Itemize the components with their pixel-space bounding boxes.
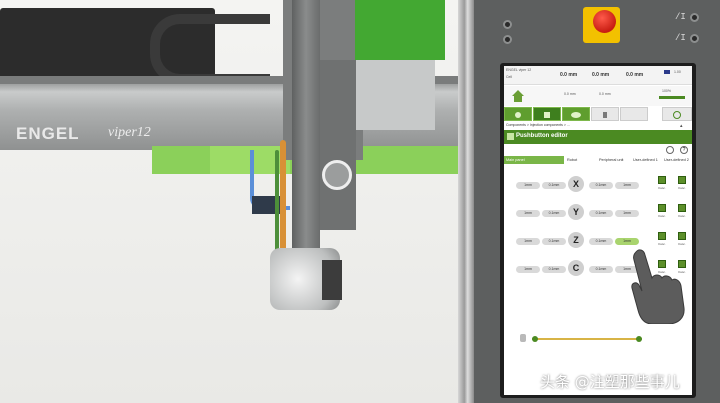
function-label-z-1: Func.: [658, 242, 666, 246]
jog-plus-coarse-x[interactable]: 1mm: [615, 182, 639, 189]
axis-button-y[interactable]: Y: [568, 204, 584, 220]
jog-plus-fine-x[interactable]: 0.1mm: [589, 182, 613, 189]
page-title: Pushbutton editor: [516, 133, 568, 139]
jog-plus-coarse-y[interactable]: 1mm: [615, 210, 639, 217]
home-icon[interactable]: [510, 88, 526, 104]
header-value-2: 0.0 mm: [592, 72, 610, 78]
jog-plus-fine-y[interactable]: 0.1mm: [589, 210, 613, 217]
power-icon: [673, 111, 681, 119]
jog-minus-coarse-z[interactable]: 1mm: [516, 238, 540, 245]
jog-minus-fine-z[interactable]: 0.1mm: [542, 238, 566, 245]
switch-label-bottom: /I: [675, 33, 686, 43]
tab-user-defined-1[interactable]: User-defined 1: [633, 156, 663, 164]
breadcrumb: Components > Injection components > ...: [506, 123, 570, 127]
function-label-x-1: Func.: [658, 186, 666, 190]
vertical-axis: [292, 0, 320, 270]
function-button-z-1[interactable]: [658, 232, 666, 240]
function-label-x-2: Func.: [678, 186, 686, 190]
function-button-x-1[interactable]: [658, 176, 666, 184]
jog-minus-coarse-c[interactable]: 1mm: [516, 266, 540, 273]
tab-power[interactable]: [662, 107, 692, 121]
tab-overview[interactable]: [504, 107, 532, 121]
key-switch-left-bottom[interactable]: [503, 35, 512, 44]
jog-minus-fine-c[interactable]: 0.1mm: [542, 266, 566, 273]
function-label-z-2: Func.: [678, 242, 686, 246]
motor-housing: [345, 60, 435, 130]
axis-row-y: 1mm 0.1mm Y 0.1mm 1mm Func. Func.: [504, 204, 692, 222]
axis-button-z[interactable]: Z: [568, 232, 584, 248]
function-button-y-2[interactable]: [678, 204, 686, 212]
watermark: 头条 @注塑那些事儿: [540, 373, 680, 391]
header-value-1: 0.0 mm: [560, 72, 578, 78]
key-switch-left-top[interactable]: [503, 20, 512, 29]
axis-row-x: 1mm 0.1mm X 0.1mm 1mm Func. Func.: [504, 176, 692, 194]
jog-minus-fine-y[interactable]: 0.1mm: [542, 210, 566, 217]
vertical-axis-rear: [320, 60, 356, 230]
function-button-y-1[interactable]: [658, 204, 666, 212]
robot-icon: [515, 112, 521, 118]
function-label-y-2: Func.: [678, 214, 686, 218]
switch-right-bottom[interactable]: [690, 34, 699, 43]
quick-value-a: 0.0 mm: [564, 92, 576, 96]
slider-handle-right[interactable]: [636, 336, 642, 342]
robot-scene: ENGEL viper12: [0, 0, 470, 403]
tab-view[interactable]: [562, 107, 590, 121]
quick-bar: 0.0 mm 0.0 mm 100%: [504, 86, 692, 106]
uk-flag-icon[interactable]: [664, 70, 670, 74]
title-bar: Pushbutton editor: [504, 130, 692, 144]
quick-value-b: 0.0 mm: [599, 92, 611, 96]
gripper-icon: [544, 112, 550, 118]
header-cell: Cell: [506, 75, 513, 79]
arrow-up-icon[interactable]: ▲: [676, 128, 684, 137]
servo-motor: [355, 0, 445, 60]
hand-pointer-icon: [520, 334, 526, 342]
tab-peripheral[interactable]: Peripheral unit: [599, 156, 631, 164]
tab-handling[interactable]: [591, 107, 619, 121]
switch-right-top[interactable]: [690, 13, 699, 22]
slider-handle-left[interactable]: [532, 336, 538, 342]
function-button-x-2[interactable]: [678, 176, 686, 184]
hand-pointer-icon: [631, 249, 685, 324]
tab-main-panel[interactable]: Main panel: [504, 156, 564, 164]
tab-robot[interactable]: Robot: [567, 156, 597, 164]
help-icon[interactable]: ?: [680, 146, 688, 154]
jog-plus-coarse-z[interactable]: 1mm: [615, 238, 639, 245]
function-label-y-1: Func.: [658, 214, 666, 218]
function-button-z-2[interactable]: [678, 232, 686, 240]
jog-minus-coarse-y[interactable]: 1mm: [516, 210, 540, 217]
settings-icon[interactable]: [666, 146, 674, 154]
editor-icon: [507, 133, 514, 140]
cable-chain: [150, 14, 270, 84]
gripper-flange: [322, 260, 342, 300]
eye-icon: [571, 112, 581, 118]
model-label: viper12: [108, 125, 151, 140]
jog-minus-coarse-x[interactable]: 1mm: [516, 182, 540, 189]
sub-tab-bar: Main panel Robot Peripheral unit User-de…: [504, 156, 692, 164]
tab-axes[interactable]: [533, 107, 561, 121]
percent-readout: 100%: [662, 89, 671, 93]
axis-button-x[interactable]: X: [568, 176, 584, 192]
jog-plus-fine-z[interactable]: 0.1mm: [589, 238, 613, 245]
pulley-wheel: [322, 160, 352, 190]
tab-empty[interactable]: [620, 107, 648, 121]
header-value-3: 0.0 mm: [626, 72, 644, 78]
brand-logo: ENGEL: [16, 124, 80, 143]
axis-button-c[interactable]: C: [568, 260, 584, 276]
header-machine: ENGEL viper 12: [506, 68, 532, 72]
speed-slider[interactable]: [532, 338, 642, 340]
jog-plus-fine-c[interactable]: 0.1mm: [589, 266, 613, 273]
header-right: 1.00: [674, 70, 681, 74]
frame-divider: [458, 0, 474, 403]
hand-icon: [603, 112, 607, 118]
status-bar: ENGEL viper 12 Cell 0.0 mm 0.0 mm 0.0 mm…: [504, 66, 692, 85]
jog-minus-fine-x[interactable]: 0.1mm: [542, 182, 566, 189]
hmi-screen: ENGEL viper 12 Cell 0.0 mm 0.0 mm 0.0 mm…: [504, 66, 692, 395]
speed-bar: [659, 96, 685, 99]
emergency-stop-button[interactable]: [593, 10, 616, 33]
tab-user-defined-2[interactable]: User-defined 2: [664, 156, 692, 164]
switch-label-top: /I: [675, 12, 686, 22]
